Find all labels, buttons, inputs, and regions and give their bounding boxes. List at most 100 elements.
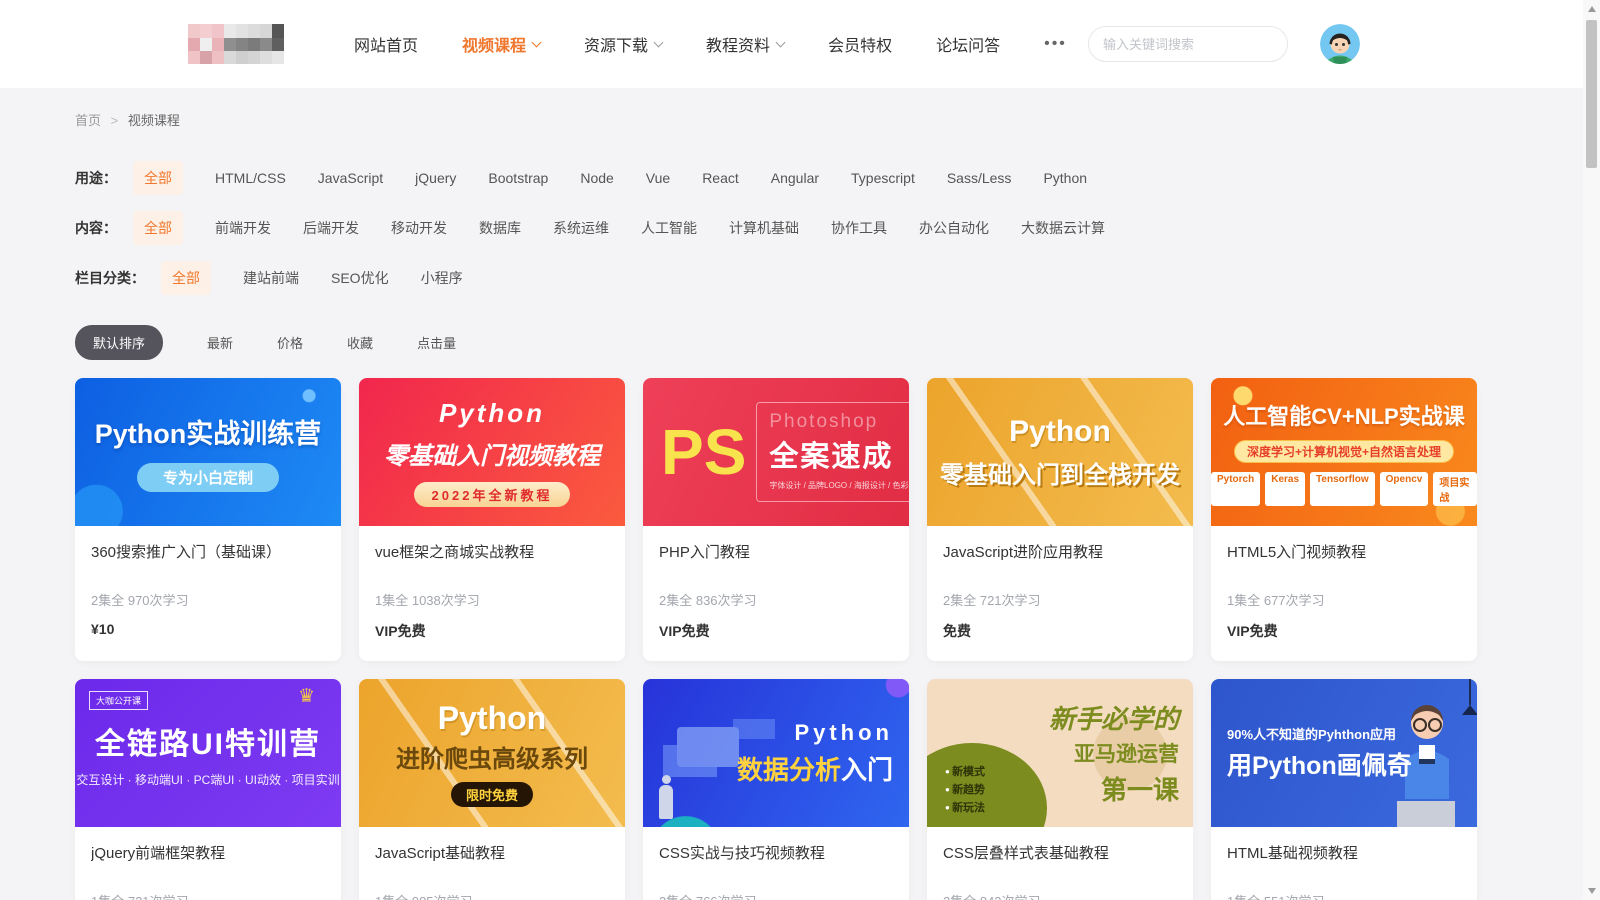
course-title[interactable]: HTML5入门视频教程 (1227, 541, 1461, 562)
course-card[interactable]: PS Photoshop 全案速成 字体设计 / 品牌LOGO / 海报设计 /… (643, 378, 909, 661)
filter-option[interactable]: 协作工具 (831, 218, 887, 238)
course-title[interactable]: jQuery前端框架教程 (91, 842, 325, 863)
course-card[interactable]: 90%人不知道的Pyhthon应用 用Python画佩奇 HTML基础视频教程 … (1211, 679, 1477, 900)
filter-option[interactable]: 后端开发 (303, 218, 359, 238)
course-title[interactable]: HTML基础视频教程 (1227, 842, 1461, 863)
header: 网站首页 视频课程 资源下载 教程资料 会员特权 论坛问答 ••• (0, 0, 1600, 88)
scrollbar[interactable] (1583, 0, 1600, 900)
nav-forum[interactable]: 论坛问答 (936, 32, 1000, 56)
filter-option[interactable]: 计算机基础 (729, 218, 799, 238)
user-avatar[interactable] (1320, 24, 1360, 64)
filter-row-content: 内容： 全部 前端开发 后端开发 移动开发 数据库 系统运维 人工智能 计算机基… (75, 211, 1477, 245)
filter-option[interactable]: 建站前端 (243, 268, 299, 288)
filter-option[interactable]: 人工智能 (641, 218, 697, 238)
filter-option[interactable]: jQuery (415, 170, 456, 186)
scrollbar-down-arrow[interactable] (1588, 888, 1596, 894)
course-stats: 1集全 731次学习 (91, 891, 325, 900)
course-card[interactable]: Python实战训练营 专为小白定制 360搜索推广入门（基础课） 2集全 97… (75, 378, 341, 661)
scrollbar-up-arrow[interactable] (1588, 6, 1596, 12)
filter-option[interactable]: JavaScript (318, 170, 383, 186)
sort-bar: 默认排序 最新 价格 收藏 点击量 (75, 325, 1477, 360)
chevron-down-icon (654, 37, 664, 47)
filter-option[interactable]: Angular (771, 170, 819, 186)
filter-option-all[interactable]: 全部 (133, 161, 183, 195)
course-stats: 1集全 551次学习 (1227, 891, 1461, 900)
chevron-down-icon (776, 37, 786, 47)
filter-option[interactable]: 系统运维 (553, 218, 609, 238)
lamp-illustration (1469, 679, 1471, 705)
filter-label: 用途： (75, 168, 117, 188)
filter-option-all[interactable]: 全部 (133, 211, 183, 245)
nav-home[interactable]: 网站首页 (354, 32, 418, 56)
scrollbar-thumb[interactable] (1586, 20, 1597, 168)
filter-option[interactable]: Vue (646, 170, 670, 186)
filter-option[interactable]: 移动开发 (391, 218, 447, 238)
filter-option[interactable]: Typescript (851, 170, 915, 186)
course-title[interactable]: JavaScript进阶应用教程 (943, 541, 1177, 562)
person-illustration (659, 785, 673, 819)
course-card[interactable]: Python 零基础入门到全栈开发 JavaScript进阶应用教程 2集全 7… (927, 378, 1193, 661)
course-thumbnail: 新手必学的 亚马逊运营 第一课 新模式 新趋势 新玩法 (927, 679, 1193, 827)
breadcrumb-current: 视频课程 (128, 113, 180, 128)
filter-option[interactable]: Bootstrap (488, 170, 548, 186)
nav-tutorial-material[interactable]: 教程资料 (706, 32, 784, 56)
sort-newest[interactable]: 最新 (207, 333, 233, 352)
filter-option[interactable]: HTML/CSS (215, 170, 286, 186)
course-price: VIP免费 (659, 621, 893, 641)
breadcrumb-home[interactable]: 首页 (75, 113, 101, 128)
course-thumbnail: Python实战训练营 专为小白定制 (75, 378, 341, 526)
filter-option[interactable]: Sass/Less (947, 170, 1012, 186)
filter-label: 内容： (75, 218, 117, 238)
filter-option-all[interactable]: 全部 (161, 261, 211, 295)
course-title[interactable]: PHP入门教程 (659, 541, 893, 562)
crown-icon: ♛ (298, 685, 315, 708)
course-thumbnail: Python 零基础入门视频教程 2022年全新教程 (359, 378, 625, 526)
course-stats: 2集全 721次学习 (943, 590, 1177, 609)
course-title[interactable]: JavaScript基础教程 (375, 842, 609, 863)
filter-option[interactable]: 办公自动化 (919, 218, 989, 238)
filter-option[interactable]: 小程序 (421, 268, 463, 288)
course-thumbnail: Python 进阶爬虫高级系列 限时免费 (359, 679, 625, 827)
filter-option[interactable]: React (702, 170, 739, 186)
course-grid: Python实战训练营 专为小白定制 360搜索推广入门（基础课） 2集全 97… (75, 378, 1477, 900)
main-content: 首页 > 视频课程 用途： 全部 HTML/CSS JavaScript jQu… (75, 88, 1477, 900)
filter-option[interactable]: Python (1043, 170, 1087, 186)
filter-option[interactable]: 数据库 (479, 218, 521, 238)
filter-option[interactable]: SEO优化 (331, 268, 389, 288)
sort-price[interactable]: 价格 (277, 333, 303, 352)
course-price: VIP免费 (1227, 621, 1461, 641)
course-card[interactable]: 新手必学的 亚马逊运营 第一课 新模式 新趋势 新玩法 CSS层叠样式表基础教程… (927, 679, 1193, 900)
site-logo[interactable] (188, 24, 284, 64)
course-card[interactable]: Python 零基础入门视频教程 2022年全新教程 vue框架之商城实战教程 … (359, 378, 625, 661)
course-stats: 2集全 843次学习 (943, 891, 1177, 900)
course-card[interactable]: 大咖公开课 ♛ 全链路UI特训营 交互设计 · 移动端UI · PC端UI · … (75, 679, 341, 900)
breadcrumb-separator: > (111, 113, 119, 128)
search-box[interactable] (1088, 26, 1288, 62)
course-title[interactable]: vue框架之商城实战教程 (375, 541, 609, 562)
filter-option[interactable]: 大数据云计算 (1021, 218, 1105, 238)
nav-vip[interactable]: 会员特权 (828, 32, 892, 56)
course-title[interactable]: CSS实战与技巧视频教程 (659, 842, 893, 863)
nav-video-courses[interactable]: 视频课程 (462, 32, 540, 56)
sort-default[interactable]: 默认排序 (75, 325, 163, 360)
filter-option[interactable]: Node (580, 170, 613, 186)
course-stats: 1集全 1038次学习 (375, 590, 609, 609)
course-thumbnail: Python 零基础入门到全栈开发 (927, 378, 1193, 526)
course-title[interactable]: CSS层叠样式表基础教程 (943, 842, 1177, 863)
nav-more-ellipsis[interactable]: ••• (1044, 35, 1067, 53)
sort-clicks[interactable]: 点击量 (417, 333, 456, 352)
filter-label: 栏目分类： (75, 268, 145, 288)
search-input[interactable] (1103, 37, 1279, 52)
course-price: 免费 (943, 621, 1177, 641)
breadcrumb: 首页 > 视频课程 (75, 88, 1477, 129)
course-thumbnail: 大咖公开课 ♛ 全链路UI特训营 交互设计 · 移动端UI · PC端UI · … (75, 679, 341, 827)
course-price: ¥10 (91, 621, 325, 637)
nav-resource-download[interactable]: 资源下载 (584, 32, 662, 56)
course-card[interactable]: Python 数据分析入门 CSS实战与技巧视频教程 2集全 766次学习 (643, 679, 909, 900)
sort-favorites[interactable]: 收藏 (347, 333, 373, 352)
course-thumbnail: Python 数据分析入门 (643, 679, 909, 827)
course-card[interactable]: 人工智能CV+NLP实战课 深度学习+计算机视觉+自然语言处理 Pytorch … (1211, 378, 1477, 661)
course-card[interactable]: Python 进阶爬虫高级系列 限时免费 JavaScript基础教程 1集全 … (359, 679, 625, 900)
course-title[interactable]: 360搜索推广入门（基础课） (91, 541, 325, 562)
filter-option[interactable]: 前端开发 (215, 218, 271, 238)
